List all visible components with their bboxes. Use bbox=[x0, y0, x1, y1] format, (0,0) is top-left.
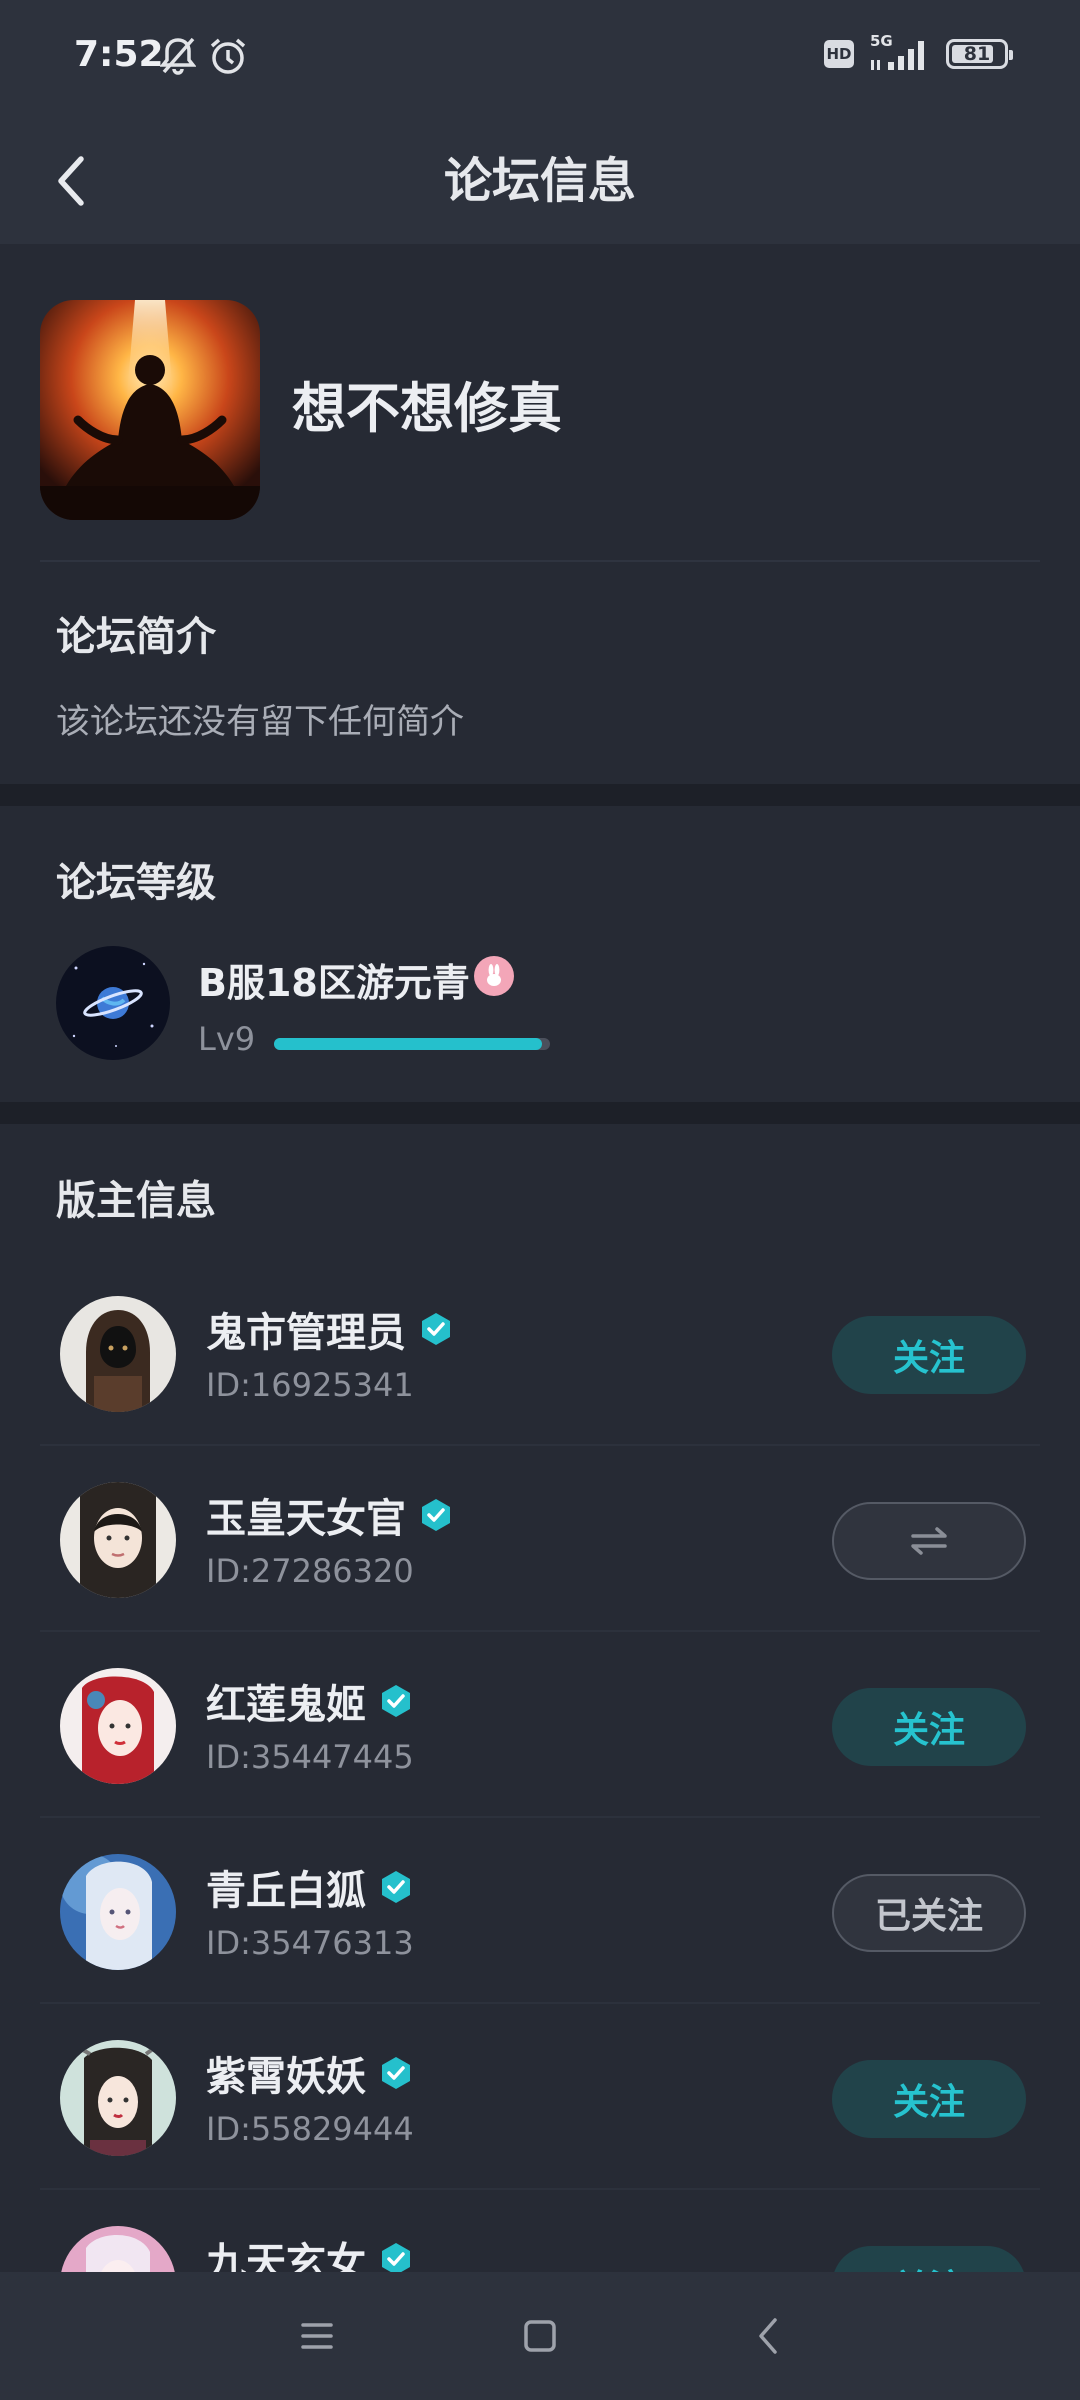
section-divider bbox=[0, 1102, 1080, 1124]
home-button[interactable] bbox=[510, 2306, 570, 2366]
level-label: Lv9 bbox=[198, 1020, 256, 1058]
moderator-card: 版主信息 鬼市管理员 ID:16925341 关注 玉皇天女官 ID:27286… bbox=[0, 1124, 1080, 2272]
moderator-avatar[interactable] bbox=[60, 1854, 176, 1970]
top-bar: 论坛信息 bbox=[0, 118, 1080, 244]
level-title: 论坛等级 bbox=[56, 860, 216, 906]
verified-icon bbox=[382, 2057, 410, 2089]
status-time: 7:52 bbox=[74, 34, 164, 75]
verified-icon bbox=[422, 1499, 450, 1531]
moderator-name: 鬼市管理员 bbox=[206, 1310, 406, 1356]
verified-icon bbox=[382, 2243, 410, 2272]
alarm-icon bbox=[208, 36, 248, 80]
menu-icon bbox=[301, 2323, 333, 2349]
moderator-name: 九天玄女 bbox=[206, 2240, 366, 2272]
divider bbox=[40, 560, 1040, 562]
verified-icon bbox=[382, 1871, 410, 1903]
swap-icon bbox=[911, 1527, 947, 1555]
moderator-id: ID:55829444 bbox=[206, 2110, 414, 2148]
moderator-id: ID:35447445 bbox=[206, 1738, 414, 1776]
moderator-row[interactable]: 鬼市管理员 ID:16925341 关注 bbox=[0, 1260, 1080, 1446]
moderator-name: 玉皇天女官 bbox=[206, 1496, 406, 1542]
section-divider bbox=[0, 784, 1080, 806]
verified-icon bbox=[382, 1685, 410, 1717]
moderator-row[interactable]: 紫霄妖妖 ID:55829444 关注 bbox=[0, 2004, 1080, 2190]
moderator-id: ID:16925341 bbox=[206, 1366, 414, 1404]
level-progress-fill bbox=[274, 1038, 542, 1050]
back-triangle-icon bbox=[759, 2318, 777, 2354]
hd-badge: HD bbox=[824, 40, 854, 68]
bell-off-icon bbox=[159, 36, 197, 80]
user-avatar[interactable] bbox=[56, 946, 170, 1060]
moderator-avatar[interactable] bbox=[60, 1296, 176, 1412]
mutual-follow-button[interactable] bbox=[832, 1502, 1026, 1580]
page-title: 论坛信息 bbox=[443, 153, 636, 209]
moderator-title: 版主信息 bbox=[56, 1178, 216, 1224]
rabbit-badge-icon bbox=[474, 956, 514, 996]
battery-icon: 81 bbox=[946, 39, 1013, 69]
menu-button[interactable] bbox=[287, 2306, 347, 2366]
level-user-name: B服18区游元青 bbox=[198, 961, 470, 1005]
moderator-name: 红莲鬼姬 bbox=[206, 1682, 366, 1728]
verified-icon bbox=[422, 1313, 450, 1345]
system-nav-bar bbox=[0, 2272, 1080, 2400]
moderator-row[interactable]: 九天玄女 关注 bbox=[0, 2190, 1080, 2272]
forum-logo[interactable] bbox=[40, 300, 260, 520]
moderator-avatar[interactable] bbox=[60, 1482, 176, 1598]
moderator-avatar[interactable] bbox=[60, 2040, 176, 2156]
moderator-avatar[interactable] bbox=[60, 1668, 176, 1784]
moderator-name: 紫霄妖妖 bbox=[206, 2054, 366, 2100]
forum-info-card: 想不想修真 论坛简介 该论坛还没有留下任何简介 bbox=[0, 244, 1080, 784]
home-square-icon bbox=[524, 2320, 556, 2352]
followed-button[interactable]: 已关注 bbox=[832, 1874, 1026, 1952]
level-progress-bar bbox=[274, 1038, 550, 1050]
moderator-row[interactable]: 红莲鬼姬 ID:35447445 关注 bbox=[0, 1632, 1080, 1818]
follow-button[interactable]: 关注 bbox=[832, 2060, 1026, 2138]
follow-button[interactable]: 关注 bbox=[832, 2246, 1026, 2272]
battery-level: 81 bbox=[963, 43, 991, 65]
system-back-button[interactable] bbox=[738, 2306, 798, 2366]
intro-title: 论坛简介 bbox=[56, 614, 216, 660]
forum-name: 想不想修真 bbox=[292, 377, 562, 440]
follow-button[interactable]: 关注 bbox=[832, 1316, 1026, 1394]
follow-button[interactable]: 关注 bbox=[832, 1688, 1026, 1766]
moderator-avatar[interactable] bbox=[60, 2226, 176, 2272]
intro-text: 该论坛还没有留下任何简介 bbox=[56, 702, 464, 742]
moderator-row[interactable]: 青丘白狐 ID:35476313 已关注 bbox=[0, 1818, 1080, 2004]
moderator-id: ID:27286320 bbox=[206, 1552, 414, 1590]
forum-level-card: 论坛等级 B服18区游元青 Lv9 bbox=[0, 806, 1080, 1102]
signal-icon: 5G bbox=[868, 32, 932, 72]
status-bar: 7:52 HD 5G 81 bbox=[0, 0, 1080, 118]
moderator-row[interactable]: 玉皇天女官 ID:27286320 bbox=[0, 1446, 1080, 1632]
moderator-name: 青丘白狐 bbox=[206, 1868, 366, 1914]
moderator-id: ID:35476313 bbox=[206, 1924, 414, 1962]
